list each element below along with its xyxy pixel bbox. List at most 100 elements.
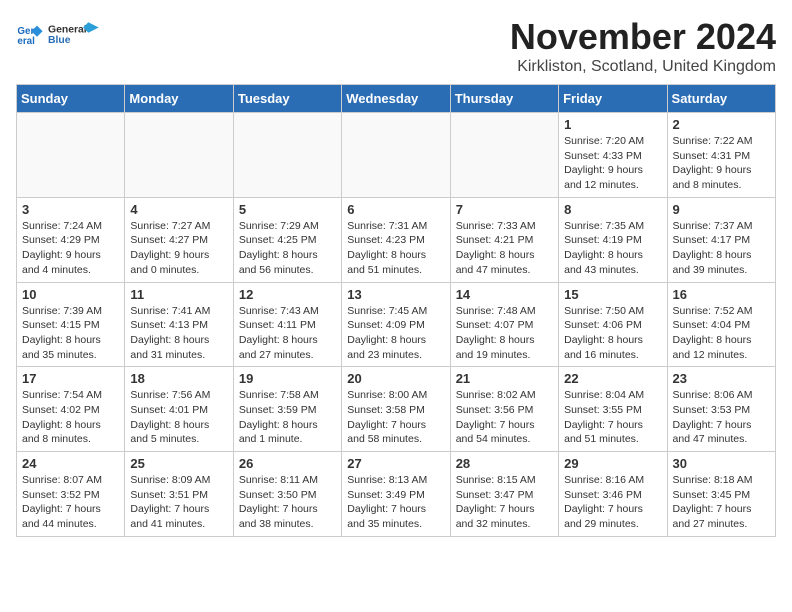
weekday-header-saturday: Saturday <box>667 85 775 113</box>
day-info: Sunrise: 8:09 AM Sunset: 3:51 PM Dayligh… <box>130 473 227 532</box>
calendar-cell: 22 Sunrise: 8:04 AM Sunset: 3:55 PM Dayli… <box>559 367 667 452</box>
day-info: Sunrise: 7:58 AM Sunset: 3:59 PM Dayligh… <box>239 388 336 447</box>
logo-icon: Gen eral <box>16 20 44 48</box>
calendar-cell: 3Sunrise: 7:24 AM Sunset: 4:29 PM Daylig… <box>17 197 125 282</box>
logo-bird-icon: General Blue <box>48 16 100 52</box>
day-number: 23 <box>673 371 770 386</box>
day-info: Sunrise: 7:45 AM Sunset: 4:09 PM Dayligh… <box>347 304 444 363</box>
location-title: Kirkliston, Scotland, United Kingdom <box>510 58 776 76</box>
day-number: 8 <box>564 202 661 217</box>
day-number: 29 <box>564 456 661 471</box>
weekday-header-row: SundayMondayTuesdayWednesdayThursdayFrid… <box>17 85 776 113</box>
day-info: Sunrise: 8:15 AM Sunset: 3:47 PM Dayligh… <box>456 473 553 532</box>
day-number: 19 <box>239 371 336 386</box>
calendar-cell: 11 Sunrise: 7:41 AM Sunset: 4:13 PM Dayli… <box>125 282 233 367</box>
day-info: Sunrise: 8:11 AM Sunset: 3:50 PM Dayligh… <box>239 473 336 532</box>
day-info: Sunrise: 8:06 AM Sunset: 3:53 PM Dayligh… <box>673 388 770 447</box>
day-info: Sunrise: 7:43 AM Sunset: 4:11 PM Dayligh… <box>239 304 336 363</box>
day-info: Sunrise: 7:31 AM Sunset: 4:23 PM Dayligh… <box>347 219 444 278</box>
day-number: 22 <box>564 371 661 386</box>
day-number: 14 <box>456 287 553 302</box>
day-number: 21 <box>456 371 553 386</box>
day-info: Sunrise: 8:07 AM Sunset: 3:52 PM Dayligh… <box>22 473 119 532</box>
calendar-cell: 10Sunrise: 7:39 AM Sunset: 4:15 PM Dayli… <box>17 282 125 367</box>
calendar-cell: 26 Sunrise: 8:11 AM Sunset: 3:50 PM Dayli… <box>233 452 341 537</box>
month-title: November 2024 <box>510 16 776 58</box>
day-number: 1 <box>564 117 661 132</box>
calendar-week-row: 24 Sunrise: 8:07 AM Sunset: 3:52 PM Dayli… <box>17 452 776 537</box>
calendar-cell: 23 Sunrise: 8:06 AM Sunset: 3:53 PM Dayli… <box>667 367 775 452</box>
day-info: Sunrise: 8:18 AM Sunset: 3:45 PM Dayligh… <box>673 473 770 532</box>
day-number: 4 <box>130 202 227 217</box>
calendar-cell: 17 Sunrise: 7:54 AM Sunset: 4:02 PM Dayli… <box>17 367 125 452</box>
weekday-header-tuesday: Tuesday <box>233 85 341 113</box>
calendar-cell: 14 Sunrise: 7:48 AM Sunset: 4:07 PM Dayli… <box>450 282 558 367</box>
calendar-cell: 5Sunrise: 7:29 AM Sunset: 4:25 PM Daylig… <box>233 197 341 282</box>
day-info: Sunrise: 7:41 AM Sunset: 4:13 PM Dayligh… <box>130 304 227 363</box>
calendar-cell: 1 Sunrise: 7:20 AM Sunset: 4:33 PM Daylig… <box>559 113 667 198</box>
calendar-cell: 20 Sunrise: 8:00 AM Sunset: 3:58 PM Dayli… <box>342 367 450 452</box>
day-number: 2 <box>673 117 770 132</box>
calendar-cell <box>342 113 450 198</box>
calendar-cell <box>450 113 558 198</box>
calendar-cell: 7Sunrise: 7:33 AM Sunset: 4:21 PM Daylig… <box>450 197 558 282</box>
day-info: Sunrise: 7:22 AM Sunset: 4:31 PM Dayligh… <box>673 134 770 193</box>
day-number: 25 <box>130 456 227 471</box>
day-info: Sunrise: 7:27 AM Sunset: 4:27 PM Dayligh… <box>130 219 227 278</box>
weekday-header-sunday: Sunday <box>17 85 125 113</box>
day-number: 26 <box>239 456 336 471</box>
svg-text:Blue: Blue <box>48 35 71 46</box>
day-info: Sunrise: 7:48 AM Sunset: 4:07 PM Dayligh… <box>456 304 553 363</box>
day-info: Sunrise: 7:52 AM Sunset: 4:04 PM Dayligh… <box>673 304 770 363</box>
day-info: Sunrise: 8:13 AM Sunset: 3:49 PM Dayligh… <box>347 473 444 532</box>
day-info: Sunrise: 7:37 AM Sunset: 4:17 PM Dayligh… <box>673 219 770 278</box>
calendar-cell: 27 Sunrise: 8:13 AM Sunset: 3:49 PM Dayli… <box>342 452 450 537</box>
calendar-cell: 6 Sunrise: 7:31 AM Sunset: 4:23 PM Daylig… <box>342 197 450 282</box>
svg-text:eral: eral <box>17 36 35 47</box>
weekday-header-thursday: Thursday <box>450 85 558 113</box>
calendar-week-row: 17 Sunrise: 7:54 AM Sunset: 4:02 PM Dayli… <box>17 367 776 452</box>
calendar-cell: 12 Sunrise: 7:43 AM Sunset: 4:11 PM Dayli… <box>233 282 341 367</box>
calendar-cell: 25 Sunrise: 8:09 AM Sunset: 3:51 PM Dayli… <box>125 452 233 537</box>
day-number: 27 <box>347 456 444 471</box>
day-number: 15 <box>564 287 661 302</box>
day-info: Sunrise: 7:35 AM Sunset: 4:19 PM Dayligh… <box>564 219 661 278</box>
weekday-header-friday: Friday <box>559 85 667 113</box>
svg-text:General: General <box>48 25 87 36</box>
day-number: 30 <box>673 456 770 471</box>
calendar-cell: 18 Sunrise: 7:56 AM Sunset: 4:01 PM Dayli… <box>125 367 233 452</box>
day-number: 7 <box>456 202 553 217</box>
weekday-header-monday: Monday <box>125 85 233 113</box>
calendar-table: SundayMondayTuesdayWednesdayThursdayFrid… <box>16 84 776 537</box>
calendar-cell <box>233 113 341 198</box>
weekday-header-wednesday: Wednesday <box>342 85 450 113</box>
day-number: 11 <box>130 287 227 302</box>
calendar-cell: 13 Sunrise: 7:45 AM Sunset: 4:09 PM Dayli… <box>342 282 450 367</box>
day-number: 6 <box>347 202 444 217</box>
day-number: 5 <box>239 202 336 217</box>
day-info: Sunrise: 7:56 AM Sunset: 4:01 PM Dayligh… <box>130 388 227 447</box>
day-info: Sunrise: 8:04 AM Sunset: 3:55 PM Dayligh… <box>564 388 661 447</box>
day-number: 12 <box>239 287 336 302</box>
day-info: Sunrise: 7:20 AM Sunset: 4:33 PM Dayligh… <box>564 134 661 193</box>
calendar-cell <box>17 113 125 198</box>
day-number: 20 <box>347 371 444 386</box>
day-number: 24 <box>22 456 119 471</box>
day-number: 13 <box>347 287 444 302</box>
calendar-cell: 4 Sunrise: 7:27 AM Sunset: 4:27 PM Daylig… <box>125 197 233 282</box>
day-info: Sunrise: 7:54 AM Sunset: 4:02 PM Dayligh… <box>22 388 119 447</box>
day-number: 18 <box>130 371 227 386</box>
day-info: Sunrise: 7:24 AM Sunset: 4:29 PM Dayligh… <box>22 219 119 278</box>
day-info: Sunrise: 8:02 AM Sunset: 3:56 PM Dayligh… <box>456 388 553 447</box>
calendar-cell: 29Sunrise: 8:16 AM Sunset: 3:46 PM Dayli… <box>559 452 667 537</box>
day-number: 16 <box>673 287 770 302</box>
day-info: Sunrise: 8:00 AM Sunset: 3:58 PM Dayligh… <box>347 388 444 447</box>
calendar-cell: 8 Sunrise: 7:35 AM Sunset: 4:19 PM Daylig… <box>559 197 667 282</box>
calendar-cell: 15Sunrise: 7:50 AM Sunset: 4:06 PM Dayli… <box>559 282 667 367</box>
day-number: 17 <box>22 371 119 386</box>
day-number: 9 <box>673 202 770 217</box>
calendar-cell: 24 Sunrise: 8:07 AM Sunset: 3:52 PM Dayli… <box>17 452 125 537</box>
calendar-cell: 30 Sunrise: 8:18 AM Sunset: 3:45 PM Dayli… <box>667 452 775 537</box>
calendar-cell: 9 Sunrise: 7:37 AM Sunset: 4:17 PM Daylig… <box>667 197 775 282</box>
day-number: 28 <box>456 456 553 471</box>
